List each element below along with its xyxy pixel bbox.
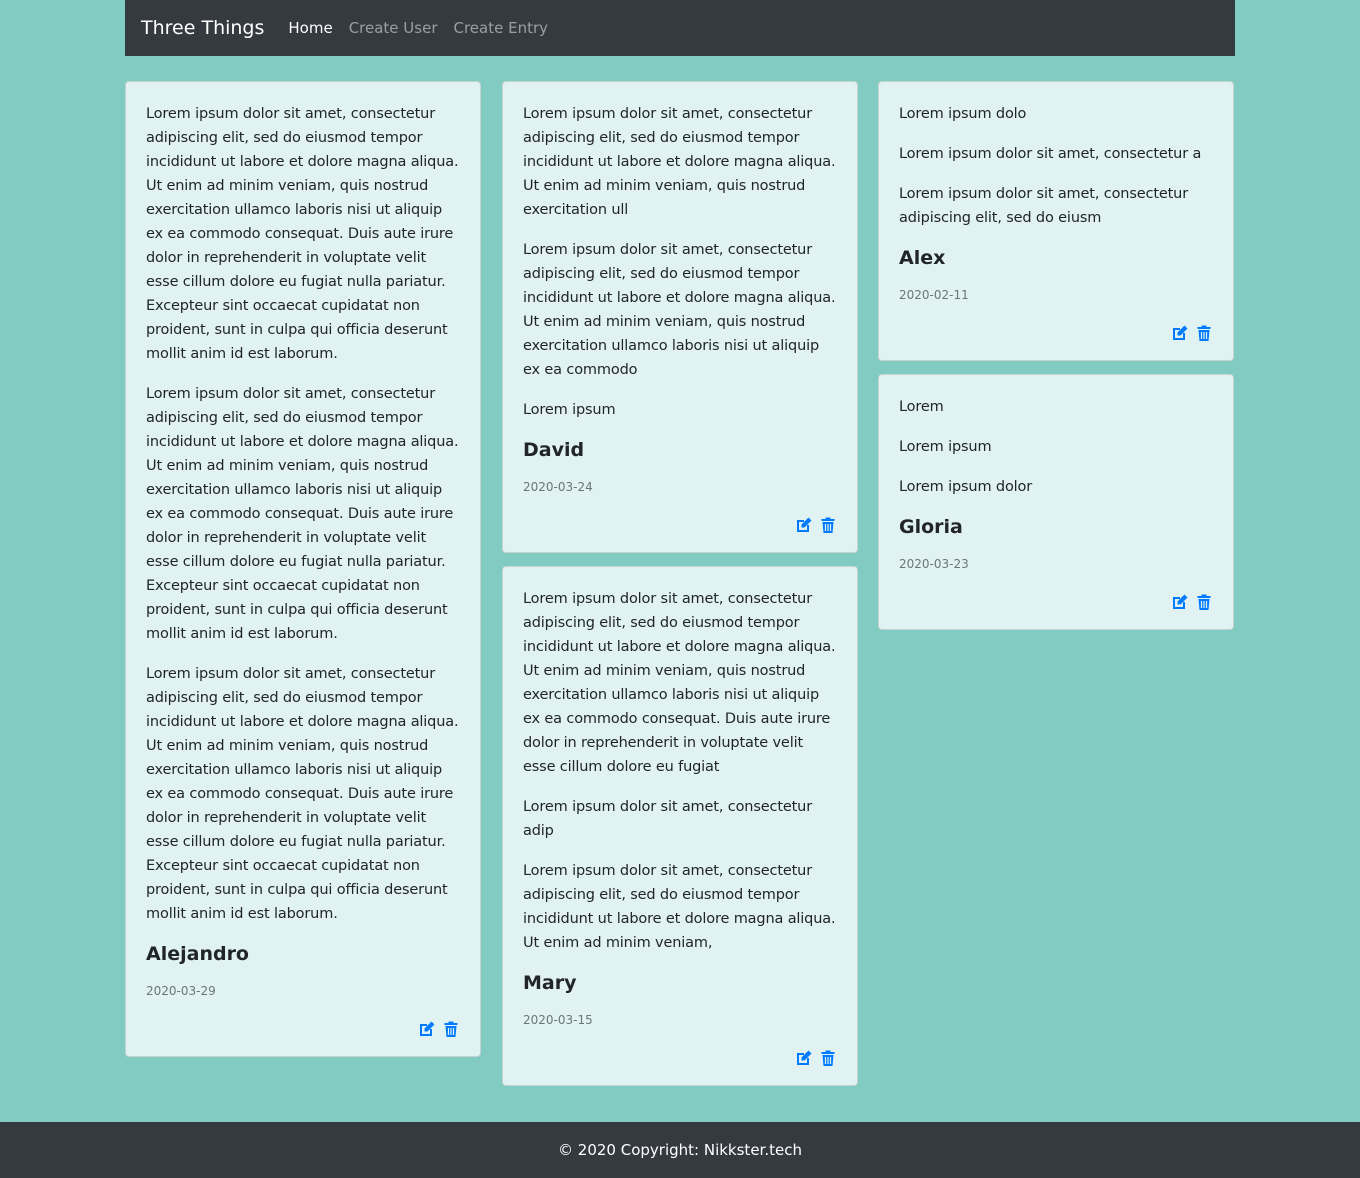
thing-text: Lorem	[899, 399, 944, 415]
entry-author: Alex	[899, 247, 946, 269]
thing-text: Lorem ipsum dolor sit amet, consectetur …	[523, 106, 836, 218]
thing-text: Lorem ipsum dolor sit amet, consectetur …	[146, 666, 459, 922]
entry-date: 2020-03-15	[523, 1013, 593, 1027]
entry-date: 2020-02-11	[899, 288, 969, 302]
column-1: Lorem ipsum dolor sit amet, consectetur …	[125, 81, 481, 1070]
column-2: Lorem ipsum dolor sit amet, consectetur …	[502, 81, 858, 1099]
navbar: Three Things Home Create User Create Ent…	[125, 0, 1235, 56]
entry-author: Alejandro	[146, 943, 249, 965]
thing-text: Lorem ipsum dolor sit amet, consectetur …	[523, 242, 836, 378]
thing-text: Lorem ipsum dolor sit amet, consectetur …	[899, 186, 1189, 226]
card-actions	[899, 593, 1213, 611]
entry-date: 2020-03-23	[899, 557, 969, 571]
card-actions	[523, 516, 837, 534]
footer: © 2020 Copyright: Nikkster.tech	[0, 1122, 1360, 1178]
entry-card: Lorem ipsum dolor sit amet, consectetur …	[502, 81, 858, 553]
edit-icon[interactable]	[418, 1020, 436, 1038]
trash-icon[interactable]	[1195, 593, 1213, 611]
thing-text: Lorem ipsum dolo	[899, 106, 1027, 122]
trash-icon[interactable]	[1195, 324, 1213, 342]
entry-card: Lorem Lorem ipsum Lorem ipsum dolor Glor…	[878, 374, 1234, 630]
column-3: Lorem ipsum dolo Lorem ipsum dolor sit a…	[878, 81, 1234, 643]
footer-copyright: © 2020 Copyright: Nikkster.tech	[558, 1141, 802, 1159]
nav-link-create-user[interactable]: Create User	[349, 19, 438, 37]
entry-author: David	[523, 439, 585, 461]
card-actions	[899, 324, 1213, 342]
thing-text: Lorem ipsum dolor sit amet, consectetur …	[523, 591, 836, 775]
trash-icon[interactable]	[442, 1020, 460, 1038]
edit-icon[interactable]	[795, 516, 813, 534]
card-actions	[523, 1049, 837, 1067]
thing-text: Lorem ipsum	[523, 402, 616, 418]
trash-icon[interactable]	[819, 516, 837, 534]
thing-text: Lorem ipsum	[899, 439, 992, 455]
entry-author: Gloria	[899, 516, 963, 538]
edit-icon[interactable]	[1171, 324, 1189, 342]
thing-text: Lorem ipsum dolor sit amet, consectetur …	[899, 146, 1202, 162]
brand-link[interactable]: Three Things	[141, 17, 264, 39]
entry-date: 2020-03-24	[523, 480, 593, 494]
nav-link-create-entry[interactable]: Create Entry	[454, 19, 549, 37]
trash-icon[interactable]	[819, 1049, 837, 1067]
edit-icon[interactable]	[795, 1049, 813, 1067]
card-actions	[146, 1020, 460, 1038]
nav-link-home[interactable]: Home	[288, 19, 332, 37]
thing-text: Lorem ipsum dolor sit amet, consectetur …	[146, 106, 459, 362]
thing-text: Lorem ipsum dolor	[899, 479, 1033, 495]
entry-author: Mary	[523, 972, 577, 994]
thing-text: Lorem ipsum dolor sit amet, consectetur …	[523, 863, 836, 951]
thing-text: Lorem ipsum dolor sit amet, consectetur …	[146, 386, 459, 642]
edit-icon[interactable]	[1171, 593, 1189, 611]
entry-date: 2020-03-29	[146, 984, 216, 998]
entry-card: Lorem ipsum dolor sit amet, consectetur …	[502, 566, 858, 1086]
entry-card: Lorem ipsum dolo Lorem ipsum dolor sit a…	[878, 81, 1234, 361]
entry-card: Lorem ipsum dolor sit amet, consectetur …	[125, 81, 481, 1057]
thing-text: Lorem ipsum dolor sit amet, consectetur …	[523, 799, 813, 839]
